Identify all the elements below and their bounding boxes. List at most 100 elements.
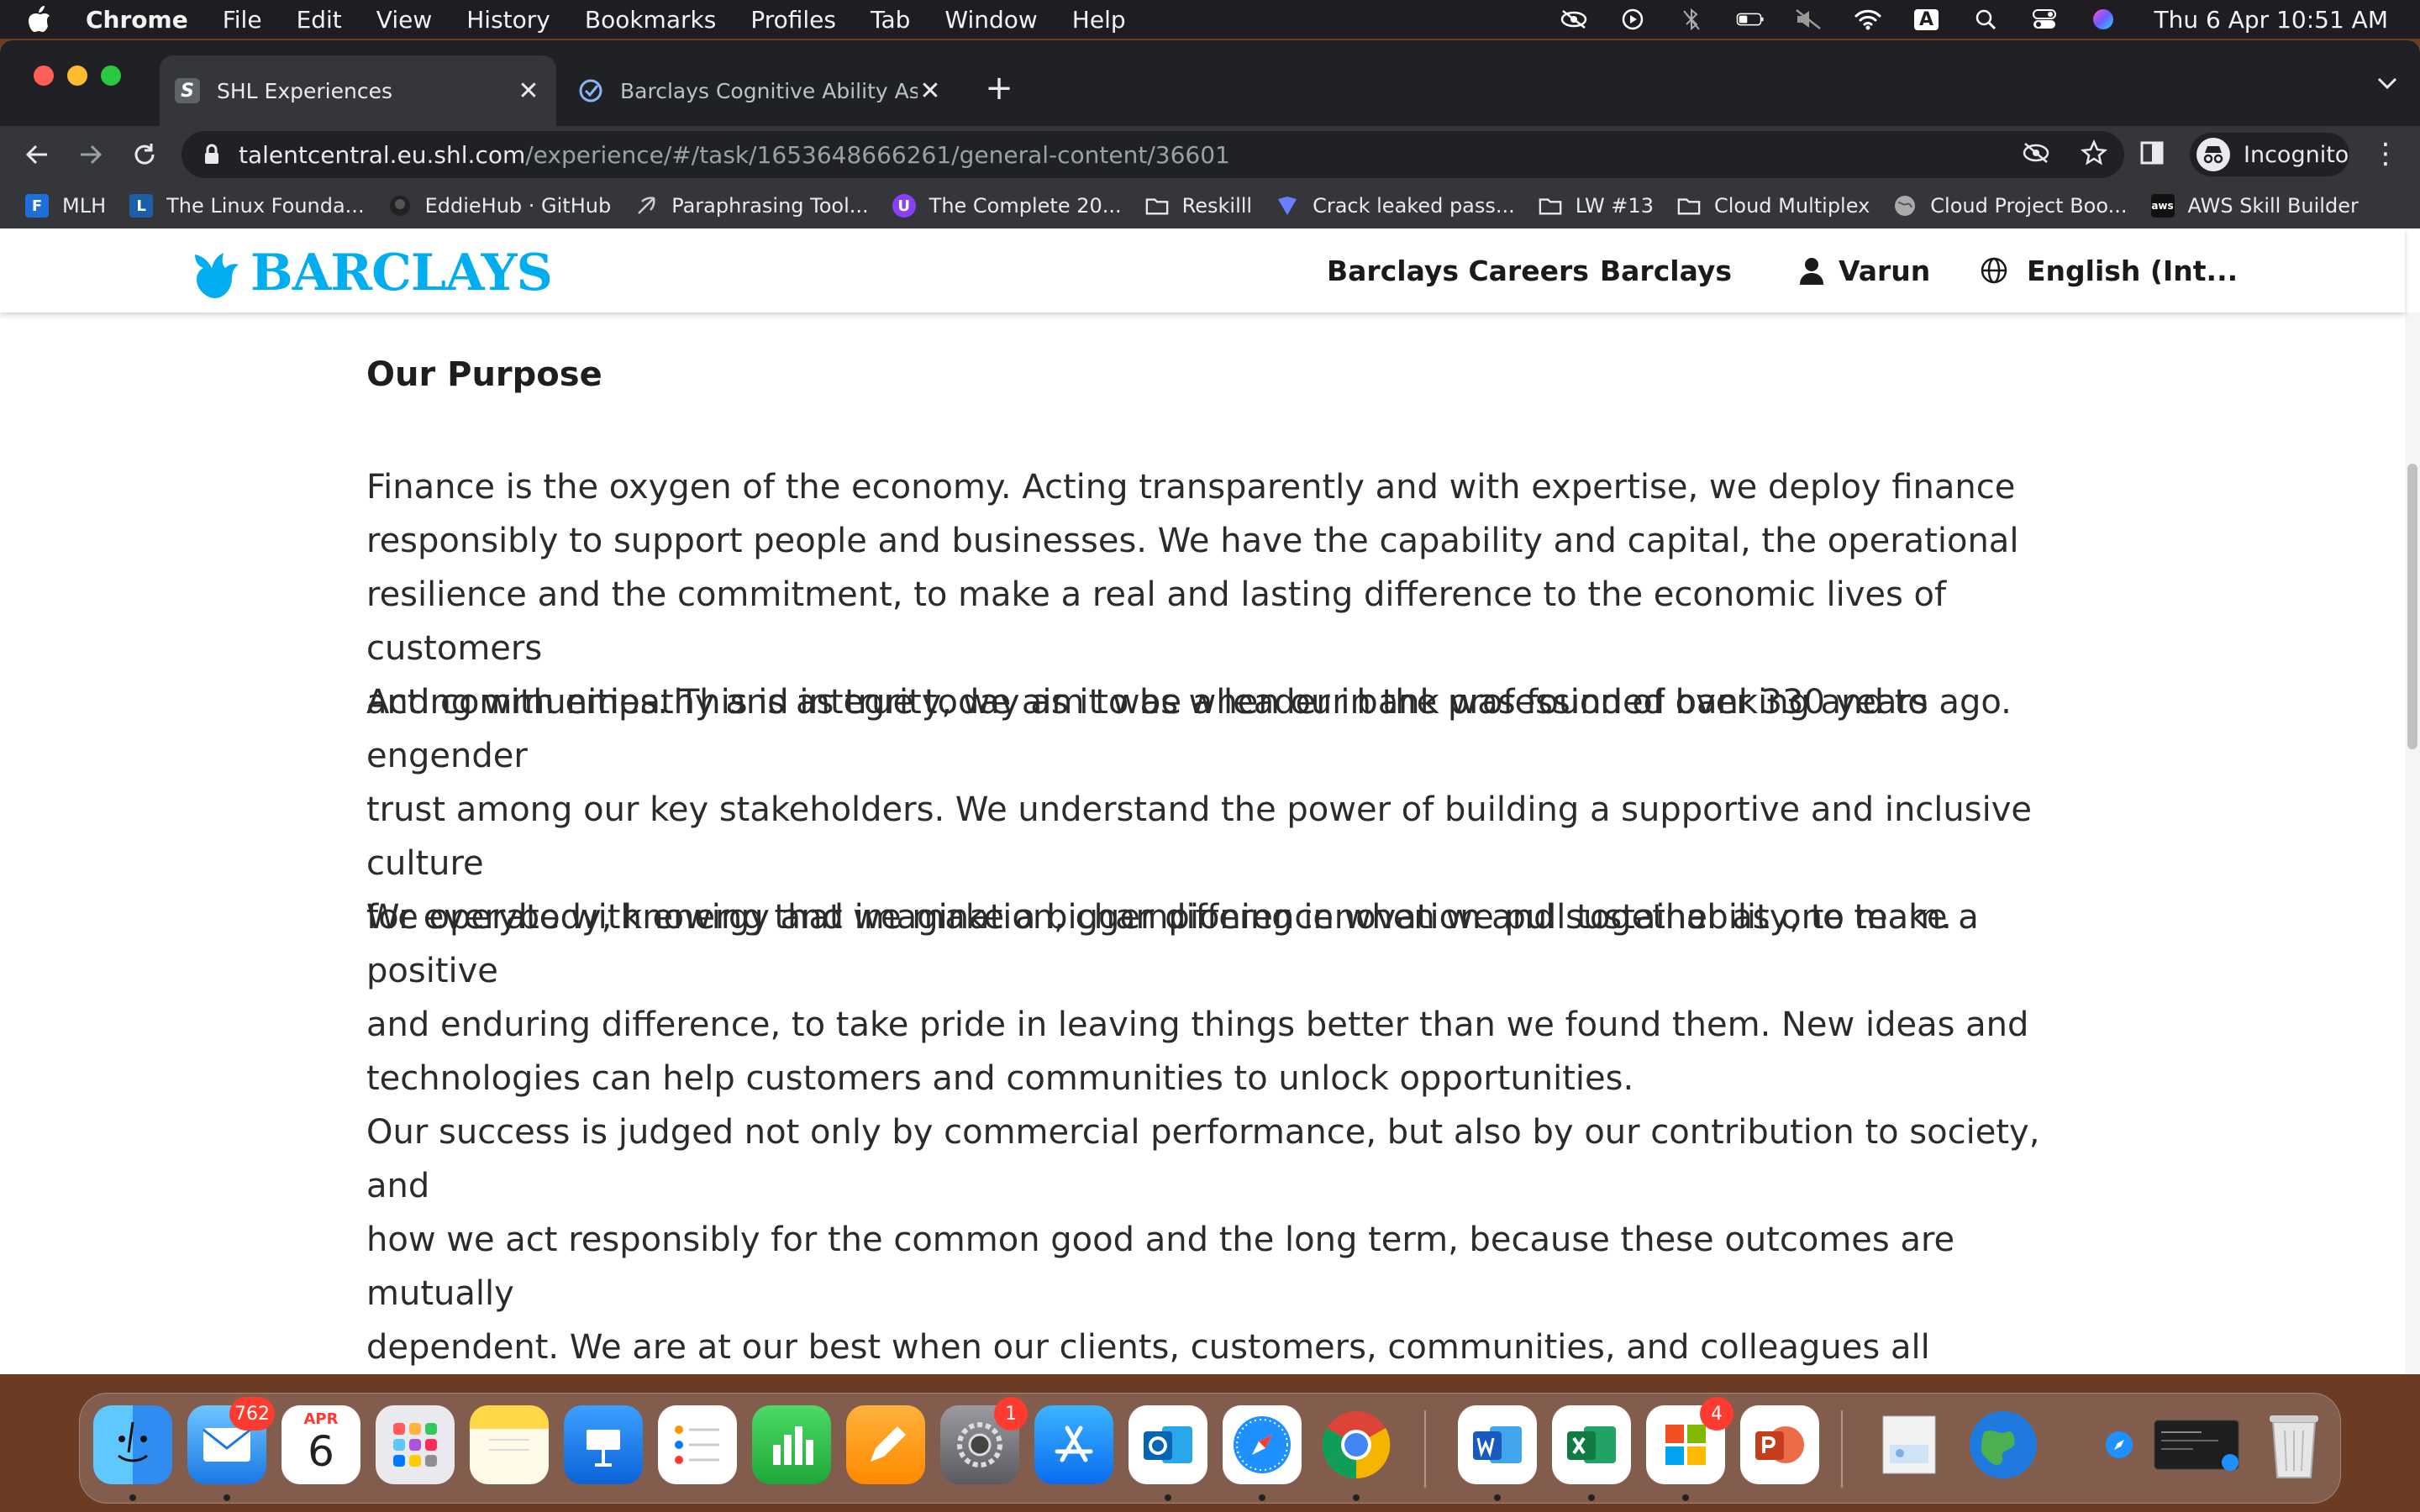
bookmark-label: Cloud Project Boo...: [1930, 194, 2128, 218]
privacy-eye-icon[interactable]: [1560, 8, 1588, 31]
bookmark-linux-foundation[interactable]: L The Linux Founda...: [129, 194, 365, 218]
new-tab-button[interactable]: +: [980, 69, 1018, 108]
bookmark-eddiehub[interactable]: EddieHub · GitHub: [388, 194, 611, 218]
address-bar[interactable]: talentcentral.eu.shl.com/experience/#/ta…: [182, 131, 2124, 178]
bookmark-complete-20[interactable]: U The Complete 20...: [892, 194, 1122, 218]
app-store-icon[interactable]: [1034, 1405, 1113, 1484]
url-text[interactable]: talentcentral.eu.shl.com/experience/#/ta…: [239, 141, 1230, 169]
nav-barclays[interactable]: Barclays: [1600, 228, 1732, 312]
menu-profiles[interactable]: Profiles: [750, 6, 836, 34]
bookmark-label: Reskilll: [1181, 194, 1253, 218]
shl-favicon-icon: S: [175, 78, 200, 103]
battery-icon[interactable]: [1736, 8, 1765, 31]
menu-tab[interactable]: Tab: [871, 6, 910, 34]
bookmark-label: MLH: [62, 194, 107, 218]
pages-icon[interactable]: [846, 1405, 925, 1484]
bookmark-star-icon[interactable]: [2081, 139, 2107, 170]
line: We operate with energy and imagination, …: [366, 898, 1979, 990]
mail-icon[interactable]: 762: [187, 1397, 275, 1484]
paragraph-4: Our success is judged not only by commer…: [366, 1105, 2047, 1374]
back-button[interactable]: [20, 138, 54, 171]
logo-wordmark: BARCLAYS: [250, 244, 553, 302]
paragraph-3: We operate with energy and imagination, …: [366, 890, 2047, 1105]
outlook-icon[interactable]: [1128, 1405, 1207, 1484]
zoom-window-button[interactable]: [101, 66, 121, 86]
close-window-button[interactable]: [34, 66, 54, 86]
lock-icon[interactable]: [203, 144, 220, 165]
shield-icon: [1276, 194, 1299, 218]
excel-icon[interactable]: [1552, 1405, 1631, 1484]
calendar-icon[interactable]: APR 6: [281, 1405, 360, 1484]
check-circle-favicon-icon: [578, 78, 603, 103]
nav-language-selector[interactable]: English (Int...: [1980, 228, 2238, 312]
eye-off-icon[interactable]: [2022, 141, 2050, 168]
spotlight-search-icon[interactable]: [1971, 8, 2000, 31]
menu-window[interactable]: Window: [944, 6, 1037, 34]
tab-barclays-assessment[interactable]: Barclays Cognitive Ability Asse ✕: [563, 55, 958, 126]
line: responsibly to support people and busine…: [366, 522, 2019, 560]
minimize-window-button[interactable]: [67, 66, 87, 86]
section-heading: Our Purpose: [366, 355, 602, 394]
nav-barclays-careers[interactable]: Barclays Careers: [1327, 228, 1589, 312]
safari-icon[interactable]: [1223, 1405, 1302, 1484]
notes-icon[interactable]: [470, 1405, 549, 1484]
tab-strip: S SHL Experiences ✕ Barclays Cognitive A…: [0, 40, 2420, 126]
wifi-icon[interactable]: [1854, 8, 1882, 31]
side-panel-icon[interactable]: [2139, 139, 2165, 170]
reminders-icon[interactable]: [658, 1405, 737, 1484]
nav-user-menu[interactable]: Varun: [1798, 228, 1930, 312]
bookmark-label: The Linux Founda...: [166, 194, 365, 218]
bookmark-folder-reskilll[interactable]: Reskilll: [1145, 194, 1252, 218]
menu-history[interactable]: History: [466, 6, 550, 34]
globe-icon[interactable]: [1964, 1405, 2043, 1484]
bookmark-crack-leaked-pass[interactable]: Crack leaked pass...: [1276, 194, 1515, 218]
scrollbar-thumb[interactable]: [2407, 464, 2417, 749]
bookmark-cloud-project-boo[interactable]: Cloud Project Boo...: [1893, 194, 2128, 218]
bookmark-folder-lw13[interactable]: LW #13: [1539, 194, 1654, 218]
tab-search-chevron-icon[interactable]: [2376, 76, 2398, 94]
siri-icon[interactable]: [2089, 8, 2118, 31]
line: trust among our key stakeholders. We und…: [366, 790, 2032, 883]
menu-edit[interactable]: Edit: [297, 6, 342, 34]
close-tab-icon[interactable]: ✕: [918, 76, 943, 106]
input-source-icon[interactable]: A: [1912, 8, 1941, 31]
menu-app-name[interactable]: Chrome: [86, 6, 188, 34]
bookmark-aws-skill-builder[interactable]: aws AWS Skill Builder: [2150, 194, 2359, 218]
forward-button[interactable]: [74, 138, 108, 171]
menu-help[interactable]: Help: [1072, 6, 1126, 34]
page-scrollbar[interactable]: [2405, 312, 2420, 1374]
finder-icon[interactable]: [93, 1405, 172, 1484]
menu-bar-clock[interactable]: Thu 6 Apr 10:51 AM: [2154, 6, 2388, 34]
bookmark-paraphrasing-tool[interactable]: Paraphrasing Tool...: [634, 194, 869, 218]
incognito-label: Incognito: [2244, 141, 2349, 168]
mute-icon[interactable]: [1795, 8, 1823, 31]
close-tab-icon[interactable]: ✕: [516, 76, 541, 106]
chrome-icon[interactable]: [1317, 1405, 1396, 1484]
reload-button[interactable]: [128, 138, 161, 171]
powerpoint-icon[interactable]: [1740, 1405, 1819, 1484]
play-circle-icon[interactable]: [1618, 8, 1647, 31]
microsoft-office-icon[interactable]: 4: [1646, 1397, 1733, 1484]
folder-icon: [1539, 194, 1562, 218]
menu-file[interactable]: File: [223, 6, 262, 34]
terminal-window-icon[interactable]: [2147, 1405, 2248, 1484]
keynote-icon[interactable]: [564, 1405, 643, 1484]
bluetooth-off-icon[interactable]: [1677, 8, 1706, 31]
apple-menu-icon[interactable]: [27, 5, 60, 34]
bookmark-folder-cloud-multiplex[interactable]: Cloud Multiplex: [1677, 194, 1870, 218]
system-settings-icon[interactable]: 1: [940, 1397, 1028, 1484]
preview-icon[interactable]: [1870, 1405, 1949, 1484]
running-indicator: [1259, 1494, 1265, 1501]
control-center-icon[interactable]: [2030, 8, 2059, 31]
tab-shl-experiences[interactable]: S SHL Experiences ✕: [160, 55, 556, 126]
bookmark-mlh[interactable]: F MLH: [25, 194, 106, 218]
trash-icon[interactable]: [2254, 1405, 2333, 1484]
menu-bookmarks[interactable]: Bookmarks: [585, 6, 716, 34]
word-icon[interactable]: [1458, 1405, 1537, 1484]
incognito-profile-button[interactable]: Incognito: [2190, 133, 2349, 176]
chrome-menu-icon[interactable]: ⋮: [2371, 139, 2400, 168]
numbers-icon[interactable]: [752, 1405, 831, 1484]
barclays-logo[interactable]: BARCLAYS: [188, 244, 553, 302]
menu-view[interactable]: View: [376, 6, 432, 34]
launchpad-icon[interactable]: [376, 1405, 455, 1484]
